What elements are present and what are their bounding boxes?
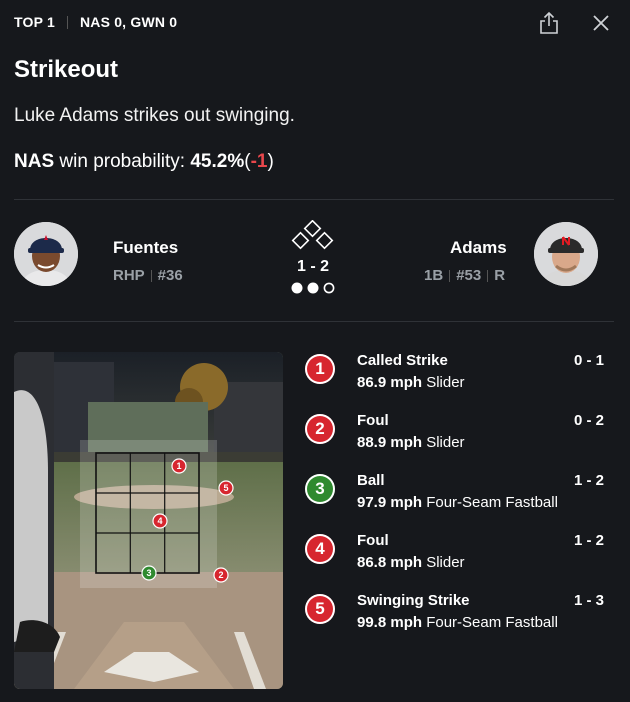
- divider: [14, 321, 614, 322]
- out-dot: [323, 282, 335, 294]
- win-label: win probability:: [59, 151, 186, 172]
- win-close-paren: ): [267, 151, 274, 172]
- win-change: -1: [250, 151, 268, 172]
- divider: [14, 199, 614, 200]
- pitch-row[interactable]: 3 Ball 1 - 2 97.9 mph Four-Seam Fastball: [305, 472, 610, 522]
- pitch-number-badge: 1: [305, 354, 335, 384]
- divider: [449, 269, 451, 282]
- batter-avatar: [534, 222, 598, 286]
- divider: [66, 15, 68, 29]
- pitch-speed: 88.9 mph: [357, 434, 423, 451]
- pitch-marker-2: 2: [213, 567, 229, 583]
- pitch-speed: 99.8 mph: [357, 614, 423, 631]
- pitcher-meta: RHP #36: [113, 267, 183, 284]
- divider: [487, 269, 489, 282]
- pitch-detail: 99.8 mph Four-Seam Fastball: [357, 614, 558, 631]
- pitch-result: Called Strike: [357, 352, 448, 369]
- bases-diamond-icon: [290, 219, 336, 257]
- close-icon[interactable]: [588, 10, 614, 36]
- pitch-speed: 86.8 mph: [357, 554, 423, 571]
- win-probability: NAS win probability: 45.2%(-1): [14, 151, 274, 173]
- pitch-speed: 97.9 mph: [357, 494, 423, 511]
- play-description: Luke Adams strikes out swinging.: [14, 105, 295, 126]
- svg-text:1: 1: [176, 461, 181, 471]
- win-value: 45.2%: [190, 151, 245, 172]
- batter-number: #53: [456, 267, 482, 284]
- divider: [150, 269, 152, 282]
- pitch-row[interactable]: 1 Called Strike 0 - 1 86.9 mph Slider: [305, 352, 610, 402]
- pitch-row[interactable]: 2 Foul 0 - 2 88.9 mph Slider: [305, 412, 610, 462]
- pitch-type: Slider: [426, 374, 465, 391]
- pitcher-avatar: [14, 222, 78, 286]
- pitch-type: Slider: [426, 434, 465, 451]
- batter-position: 1B: [424, 267, 444, 284]
- pitch-count: 1 - 3: [573, 592, 604, 609]
- pitch-result: Swinging Strike: [357, 592, 470, 609]
- svg-text:3: 3: [146, 568, 151, 578]
- pitch-type: Four-Seam Fastball: [426, 614, 558, 631]
- svg-text:5: 5: [223, 483, 228, 493]
- pitch-detail: 97.9 mph Four-Seam Fastball: [357, 494, 558, 511]
- svg-text:2: 2: [218, 570, 223, 580]
- pitch-count: 0 - 1: [573, 352, 604, 369]
- ball-strike-count: 1 - 2: [296, 258, 329, 275]
- out-dot: [307, 282, 319, 294]
- pitch-number-badge: 4: [305, 534, 335, 564]
- game-status-bar: TOP 1 NAS 0, GWN 0: [14, 14, 177, 30]
- pitch-number-badge: 2: [305, 414, 335, 444]
- pitch-detail: 86.9 mph Slider: [357, 374, 465, 391]
- pitch-number-badge: 3: [305, 474, 335, 504]
- pitch-result: Ball: [357, 472, 385, 489]
- outs-indicator: [290, 281, 336, 300]
- pitch-count: 1 - 2: [573, 532, 604, 549]
- batter-meta: 1B #53 R: [424, 267, 505, 284]
- inning-label: TOP 1: [14, 14, 55, 30]
- pitch-marker-3: 3: [141, 565, 157, 581]
- strike-zone-view: 1 5 4 3 2: [14, 352, 283, 689]
- pitch-row[interactable]: 5 Swinging Strike 1 - 3 99.8 mph Four-Se…: [305, 592, 610, 642]
- win-team: NAS: [14, 151, 55, 172]
- pitcher-number: #36: [157, 267, 183, 284]
- batter-bats: R: [494, 267, 506, 284]
- pitch-marker-1: 1: [171, 458, 187, 474]
- pitch-result: Foul: [357, 532, 389, 549]
- pitch-detail: 86.8 mph Slider: [357, 554, 465, 571]
- pitcher-name: Fuentes: [113, 238, 179, 257]
- pitcher-hand: RHP: [113, 267, 145, 284]
- pitch-detail: 88.9 mph Slider: [357, 434, 465, 451]
- score-label: NAS 0, GWN 0: [79, 14, 178, 30]
- pitch-result: Foul: [357, 412, 389, 429]
- pitch-type: Four-Seam Fastball: [426, 494, 558, 511]
- share-icon[interactable]: [536, 10, 562, 36]
- play-title: Strikeout: [14, 56, 119, 83]
- out-dot: [291, 282, 303, 294]
- pitch-type: Slider: [426, 554, 465, 571]
- pitch-number-badge: 5: [305, 594, 335, 624]
- pitch-row[interactable]: 4 Foul 1 - 2 86.8 mph Slider: [305, 532, 610, 582]
- pitch-count: 0 - 2: [573, 412, 604, 429]
- pitch-count: 1 - 2: [573, 472, 604, 489]
- batter-name: Adams: [450, 238, 507, 257]
- pitch-speed: 86.9 mph: [357, 374, 423, 391]
- svg-text:4: 4: [157, 516, 162, 526]
- pitch-marker-5: 5: [218, 480, 234, 496]
- pitch-marker-4: 4: [152, 513, 168, 529]
